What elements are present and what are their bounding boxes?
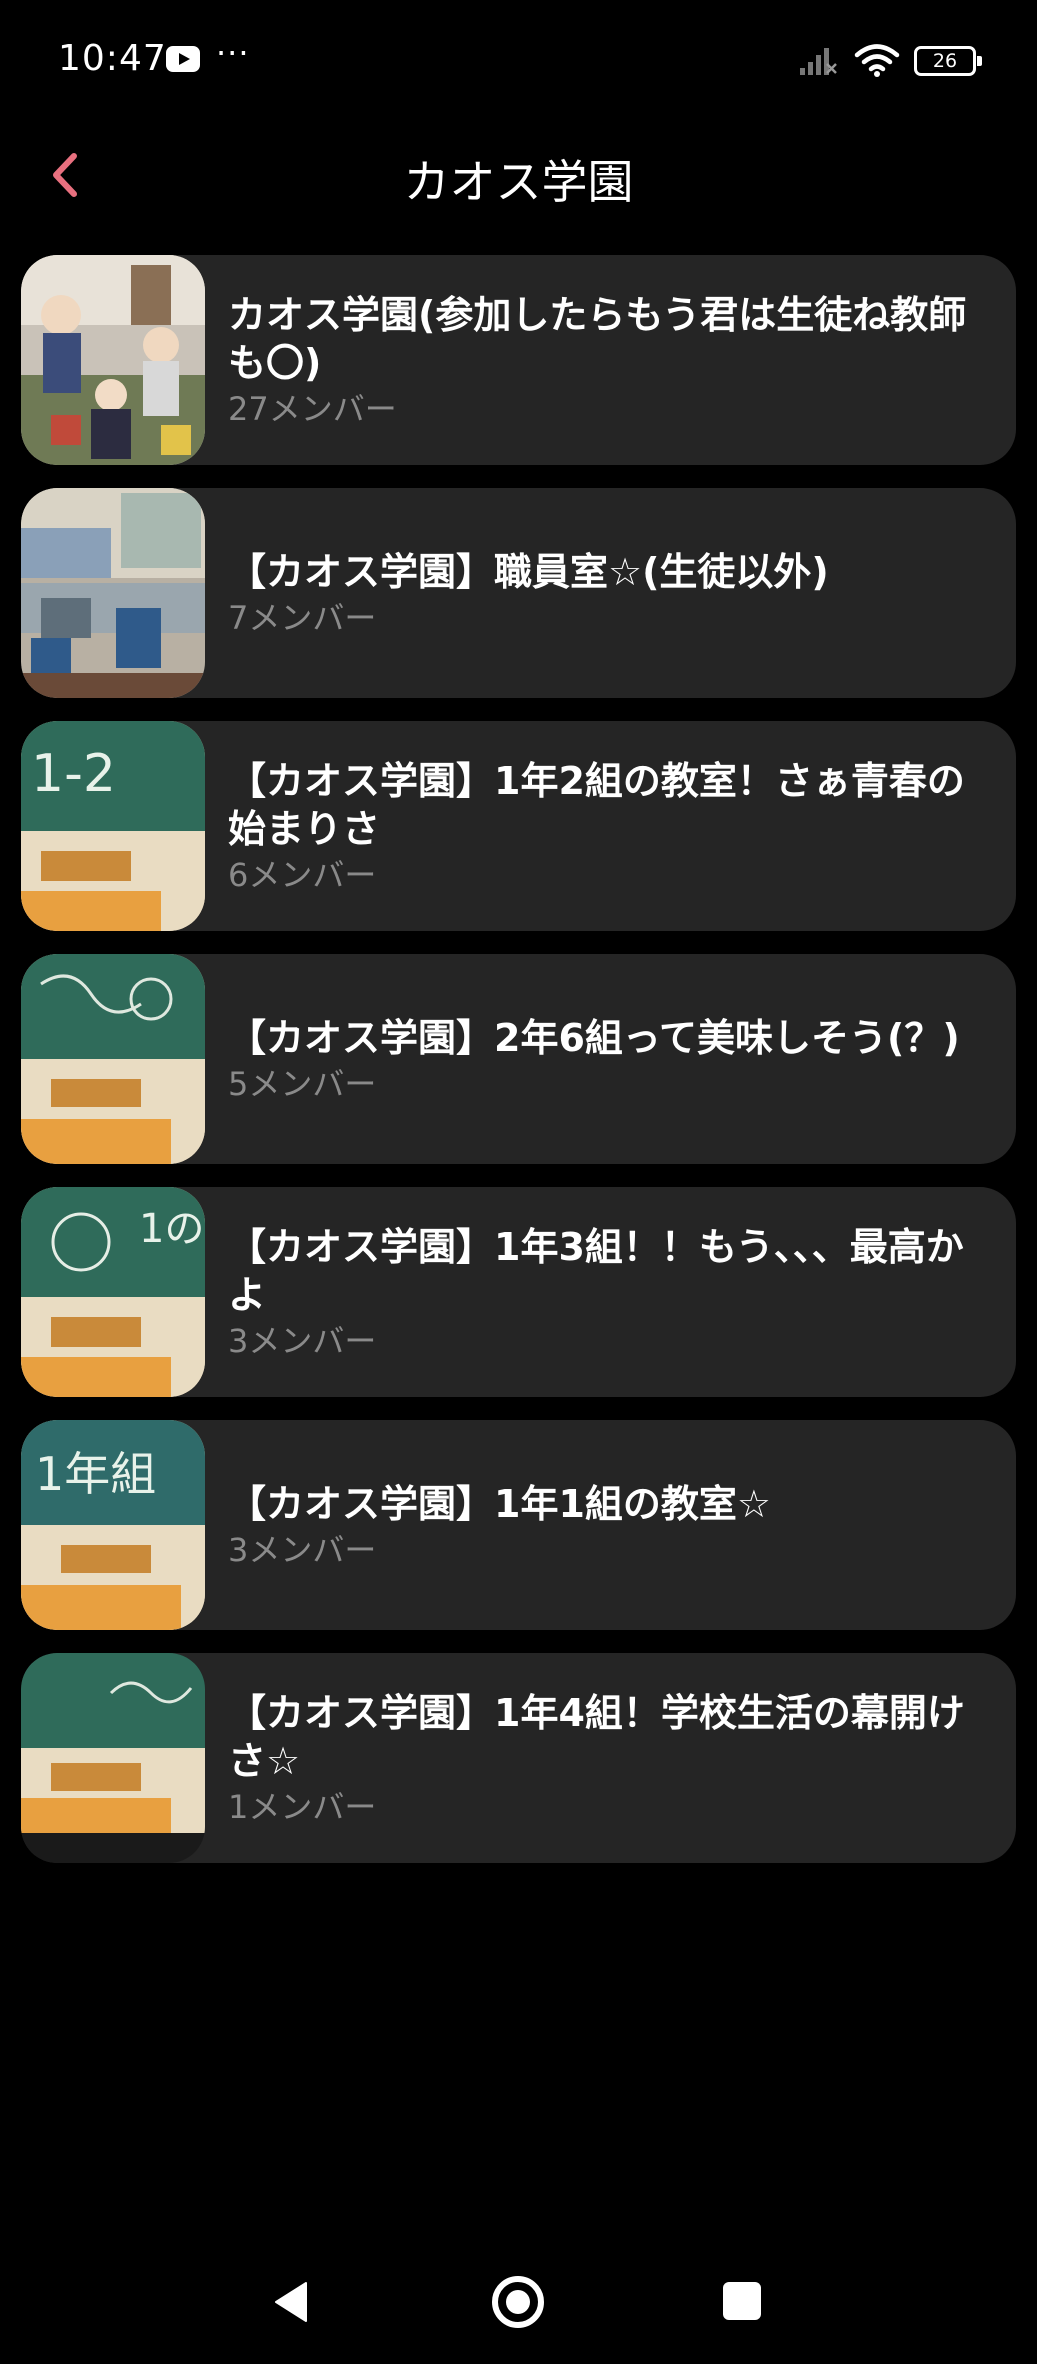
chat-title: 【カオス学園】職員室☆(生徒以外): [228, 550, 829, 594]
chat-info: 【カオス学園】1年2組の教室！さぁ青春の始まりさ 6メンバー: [228, 721, 998, 931]
svg-text:1の: 1の: [139, 1206, 204, 1252]
chat-thumbnail-image: [21, 255, 205, 465]
nav-home-icon[interactable]: [492, 2276, 544, 2328]
chat-title: 【カオス学園】1年3組！！もう、、、最高かよ: [228, 1225, 964, 1317]
chat-list: カオス学園(参加したらもう君は生徒ね教師も〇) 27メンバー 【カオス学園】職員…: [21, 255, 1016, 1886]
chat-thumbnail-image: 1の: [21, 1187, 205, 1397]
wifi-icon: [854, 44, 900, 77]
chat-info: カオス学園(参加したらもう君は生徒ね教師も〇) 27メンバー: [228, 255, 998, 465]
nav-back-icon[interactable]: [270, 2280, 314, 2324]
member-count: 5メンバー: [228, 1065, 377, 1103]
svg-text:1-2: 1-2: [31, 744, 116, 804]
chat-title: カオス学園(参加したらもう君は生徒ね教師も〇): [228, 293, 967, 385]
nav-recents-icon[interactable]: [723, 2282, 761, 2320]
chat-info: 【カオス学園】1年4組！学校生活の幕開けさ☆ 1メンバー: [228, 1653, 998, 1863]
youtube-notification-icon: [166, 46, 200, 72]
svg-text:1年組: 1年組: [35, 1447, 156, 1501]
chat-thumbnail-image: [21, 1653, 205, 1863]
chat-info: 【カオス学園】職員室☆(生徒以外) 7メンバー: [228, 488, 998, 698]
member-count: 7メンバー: [228, 599, 377, 637]
chat-info: 【カオス学園】2年6組って美味しそう(？) 5メンバー: [228, 954, 998, 1164]
chat-info: 【カオス学園】1年3組！！もう、、、最高かよ 3メンバー: [228, 1187, 998, 1397]
chat-thumbnail-image: [21, 488, 205, 698]
battery-icon: 26: [914, 46, 982, 76]
chat-thumbnail-image: [21, 954, 205, 1164]
member-count: 27メンバー: [228, 390, 397, 428]
system-nav-bar: [0, 2260, 1037, 2340]
chat-thumbnail-image: 1-2: [21, 721, 205, 931]
status-bar: 10:47 ··· 26: [0, 0, 1037, 120]
chat-title: 【カオス学園】1年4組！学校生活の幕開けさ☆: [228, 1691, 965, 1783]
chat-title: 【カオス学園】1年1組の教室☆: [228, 1482, 771, 1526]
signal-icon: [800, 48, 837, 75]
status-time: 10:47: [58, 38, 167, 79]
chat-title: 【カオス学園】2年6組って美味しそう(？): [228, 1016, 960, 1060]
chat-list-item[interactable]: 1の 【カオス学園】1年3組！！もう、、、最高かよ 3メンバー: [21, 1187, 1016, 1397]
chat-title: 【カオス学園】1年2組の教室！さぁ青春の始まりさ: [228, 759, 965, 851]
chat-list-item[interactable]: 1-2 【カオス学園】1年2組の教室！さぁ青春の始まりさ 6メンバー: [21, 721, 1016, 931]
chat-info: 【カオス学園】1年1組の教室☆ 3メンバー: [228, 1420, 998, 1630]
chat-thumbnail-image: 1年組: [21, 1420, 205, 1630]
page-title: カオス学園: [403, 155, 634, 209]
member-count: 3メンバー: [228, 1322, 377, 1360]
more-notifications-icon: ···: [216, 34, 250, 72]
chat-list-item[interactable]: 【カオス学園】2年6組って美味しそう(？) 5メンバー: [21, 954, 1016, 1164]
chat-list-item[interactable]: 【カオス学園】1年4組！学校生活の幕開けさ☆ 1メンバー: [21, 1653, 1016, 1863]
chat-list-item[interactable]: カオス学園(参加したらもう君は生徒ね教師も〇) 27メンバー: [21, 255, 1016, 465]
battery-level: 26: [932, 50, 958, 72]
app-header: カオス学園: [0, 130, 1037, 220]
member-count: 1メンバー: [228, 1788, 377, 1826]
chat-list-item[interactable]: 【カオス学園】職員室☆(生徒以外) 7メンバー: [21, 488, 1016, 698]
member-count: 3メンバー: [228, 1531, 377, 1569]
chat-list-item[interactable]: 1年組 【カオス学園】1年1組の教室☆ 3メンバー: [21, 1420, 1016, 1630]
member-count: 6メンバー: [228, 856, 377, 894]
